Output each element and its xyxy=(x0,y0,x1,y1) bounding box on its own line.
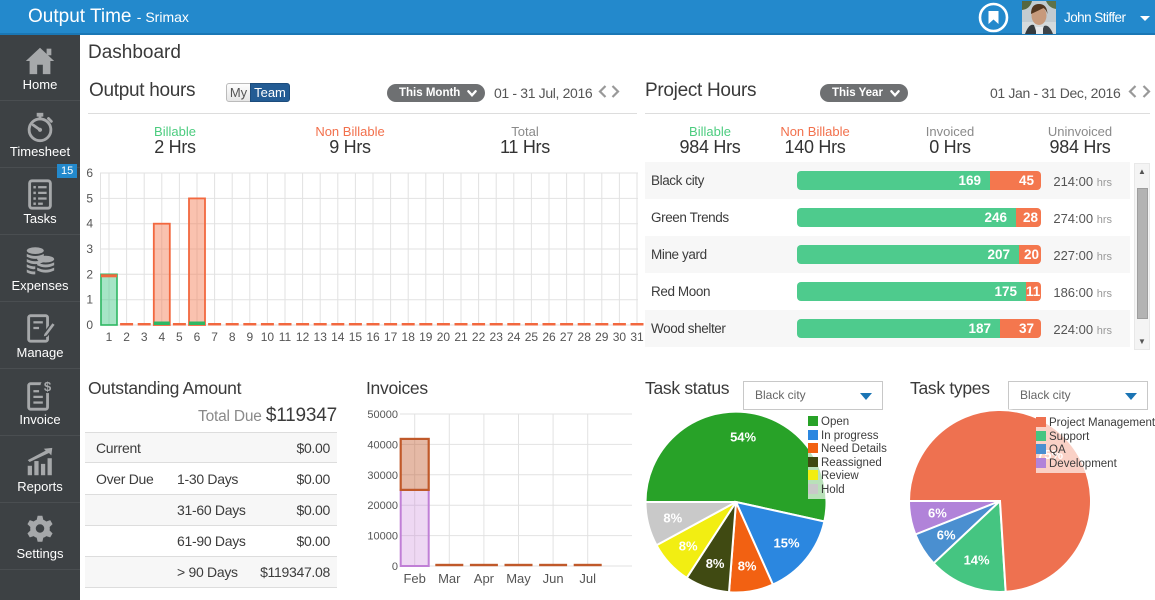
svg-text:22: 22 xyxy=(472,330,486,344)
svg-text:54%: 54% xyxy=(730,430,756,445)
svg-text:Jul: Jul xyxy=(579,571,596,586)
svg-text:9: 9 xyxy=(246,330,253,344)
svg-text:29: 29 xyxy=(595,330,609,344)
svg-text:10000: 10000 xyxy=(367,531,398,543)
svg-text:May: May xyxy=(506,571,531,586)
svg-text:31: 31 xyxy=(630,330,644,344)
svg-text:5: 5 xyxy=(86,191,93,205)
svg-text:12: 12 xyxy=(296,330,310,344)
svg-text:26: 26 xyxy=(542,330,556,344)
svg-text:15: 15 xyxy=(349,330,363,344)
svg-text:8: 8 xyxy=(229,330,236,344)
svg-text:8%: 8% xyxy=(679,539,698,554)
svg-text:2: 2 xyxy=(86,267,93,281)
svg-text:23: 23 xyxy=(490,330,504,344)
svg-text:14%: 14% xyxy=(964,553,990,568)
svg-text:Feb: Feb xyxy=(403,571,425,586)
svg-text:Mar: Mar xyxy=(438,571,461,586)
svg-text:6: 6 xyxy=(194,330,201,344)
svg-text:19: 19 xyxy=(419,330,433,344)
svg-text:2: 2 xyxy=(123,330,130,344)
svg-text:17: 17 xyxy=(384,330,398,344)
svg-text:Apr: Apr xyxy=(474,571,495,586)
svg-text:25: 25 xyxy=(525,330,539,344)
svg-text:0: 0 xyxy=(86,318,93,332)
svg-text:0: 0 xyxy=(392,561,398,573)
svg-text:28: 28 xyxy=(578,330,592,344)
svg-text:$: $ xyxy=(44,379,52,394)
svg-text:40000: 40000 xyxy=(367,439,398,451)
svg-text:3: 3 xyxy=(86,242,93,256)
svg-text:3: 3 xyxy=(141,330,148,344)
svg-text:15%: 15% xyxy=(773,536,799,551)
svg-text:6: 6 xyxy=(86,166,93,180)
svg-text:7: 7 xyxy=(211,330,218,344)
svg-text:5: 5 xyxy=(176,330,183,344)
svg-text:8%: 8% xyxy=(738,559,757,574)
svg-text:21: 21 xyxy=(454,330,468,344)
svg-text:30: 30 xyxy=(613,330,627,344)
svg-text:4: 4 xyxy=(86,217,93,231)
svg-text:16: 16 xyxy=(366,330,380,344)
svg-text:4: 4 xyxy=(158,330,165,344)
svg-text:1: 1 xyxy=(106,330,113,344)
svg-text:1: 1 xyxy=(86,293,93,307)
svg-text:27: 27 xyxy=(560,330,574,344)
svg-text:24: 24 xyxy=(507,330,521,344)
svg-text:14: 14 xyxy=(331,330,345,344)
svg-text:Jun: Jun xyxy=(543,571,564,586)
svg-text:8%: 8% xyxy=(663,511,682,526)
svg-text:20: 20 xyxy=(437,330,451,344)
svg-text:11: 11 xyxy=(279,330,292,344)
svg-text:6%: 6% xyxy=(928,505,947,520)
svg-text:8%: 8% xyxy=(706,556,725,571)
svg-text:30000: 30000 xyxy=(367,470,398,482)
svg-text:13: 13 xyxy=(314,330,328,344)
svg-text:18: 18 xyxy=(402,330,416,344)
svg-text:6%: 6% xyxy=(937,528,956,543)
svg-text:20000: 20000 xyxy=(367,500,398,512)
svg-text:10: 10 xyxy=(261,330,275,344)
svg-text:50000: 50000 xyxy=(367,409,398,421)
